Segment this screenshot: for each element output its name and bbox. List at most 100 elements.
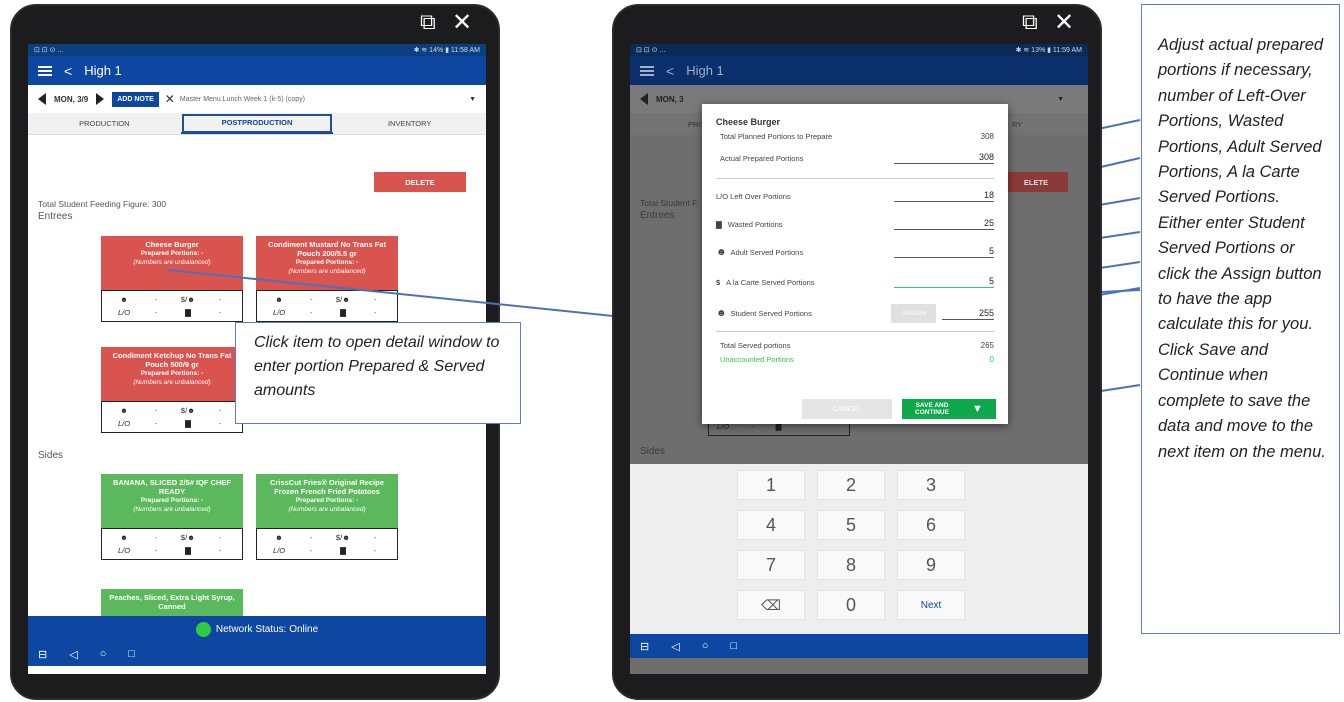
save-continue-button[interactable]: SAVE AND CONTINUE ▼ [902, 399, 996, 419]
next-date-icon[interactable] [96, 93, 105, 105]
nav-recents-icon[interactable]: □ [128, 648, 135, 660]
prev-date-icon [640, 93, 648, 105]
key-4[interactable]: 4 [737, 510, 805, 540]
student-icon: ☻ [716, 308, 727, 319]
unaccounted-row: Unaccounted Portions 0 [716, 355, 994, 364]
tile-prepared: Prepared Portions: - [140, 497, 204, 504]
tile-grid: ☻ - $/☻ - L/O - ▇ - [101, 528, 243, 560]
dollar-icon: $ [716, 277, 721, 287]
student-input[interactable]: 255 [942, 308, 994, 320]
side-tile-banana[interactable]: BANANA, SLICED 2/5# IQF CHEF READY Prepa… [101, 474, 243, 560]
status-left: ⊡ ⊡ ⊙ ... [34, 47, 64, 54]
side-tile-fries[interactable]: CrissCut Fries® Original Recipe Frozen F… [256, 474, 398, 560]
alacarte-value: - [218, 533, 222, 542]
close-icon[interactable]: ✕ [452, 8, 472, 36]
hamburger-menu-icon[interactable] [38, 65, 52, 76]
popout-icon[interactable]: ⧉ [1022, 10, 1038, 35]
back-icon: < [666, 62, 675, 79]
menu-dropdown-icon[interactable]: ▼ [469, 96, 476, 103]
tab-inventory[interactable]: INVENTORY [333, 113, 486, 134]
key-7[interactable]: 7 [737, 550, 805, 580]
nav-home-icon[interactable]: ○ [100, 648, 107, 660]
alacarte-input[interactable]: 5 [894, 276, 994, 288]
unaccounted-value: 0 [989, 355, 994, 364]
student-value: - [309, 533, 313, 542]
delete-button[interactable]: DELETE [374, 172, 466, 192]
planned-label: Total Planned Portions to Prepare [720, 132, 833, 141]
key-9[interactable]: 9 [897, 550, 965, 580]
key-5[interactable]: 5 [817, 510, 885, 540]
wasted-input[interactable]: 25 [894, 218, 994, 230]
back-icon[interactable]: < [64, 63, 72, 79]
utensils-icon: ✕ [164, 92, 175, 106]
entree-tile-cheese-burger[interactable]: Cheese Burger Prepared Portions: - (Numb… [101, 236, 243, 322]
network-status: Network Status: Online [215, 623, 319, 635]
waste-value: - [373, 546, 377, 555]
waste-value: - [218, 308, 222, 317]
behind-date: MON, 3 [656, 94, 684, 104]
tile-name: Peaches, Sliced, Extra Light Syrup, Cann… [109, 593, 235, 611]
tile-name: Condiment Ketchup No Trans Fat Pouch 500… [112, 351, 232, 369]
network-status-bar: Network Status: Online [28, 616, 486, 642]
feeding-figure: Total Student Feeding Figure: 300 [38, 199, 167, 209]
waste-value: - [218, 419, 222, 428]
tab-production[interactable]: PRODUCTION [28, 113, 181, 134]
key-6[interactable]: 6 [897, 510, 965, 540]
portion-dialog: Cheese Burger Total Planned Portions to … [702, 104, 1008, 424]
assign-button[interactable]: ASSIGN [891, 304, 936, 323]
key-3[interactable]: 3 [897, 470, 965, 500]
entree-tile-mustard[interactable]: Condiment Mustard No Trans Fat Pouch 200… [256, 236, 398, 322]
add-note-button[interactable]: ADD NOTE [112, 91, 159, 107]
android-nav-bar: ⊟ ◁ ○ □ [630, 634, 1088, 658]
right-screen: ⊡ ⊡ ⊙ ... ✱ ≋ 13% ▮ 11:59 AM < High 1 MO… [630, 44, 1088, 674]
actual-row: Actual Prepared Portions 308 [716, 152, 994, 164]
date-label: MON, 3/9 [54, 94, 89, 104]
nav-back-icon[interactable]: ◁ [671, 640, 679, 653]
menu-name[interactable]: Master Menu Lunch Week 1 (k-5) (copy) [180, 96, 469, 103]
next-key[interactable]: Next [897, 590, 965, 620]
prev-date-icon[interactable] [38, 93, 46, 105]
tile-unbalanced: (Numbers are unbalanced) [133, 506, 211, 513]
callout-left: Click item to open detail window to ente… [235, 322, 521, 424]
numeric-keypad: 1 2 3 4 5 6 7 8 9 ⌫ 0 Next [630, 464, 1088, 634]
entree-tile-ketchup[interactable]: Condiment Ketchup No Trans Fat Pouch 500… [101, 347, 243, 433]
tile-grid: ☻ - $/☻ - L/O - ▇ - [101, 290, 243, 322]
nav-recents-icon[interactable]: □ [730, 640, 737, 652]
total-row: Total Served portions 265 [716, 341, 994, 350]
lo-label: L/O [272, 546, 286, 555]
leftover-input[interactable]: 18 [894, 190, 994, 202]
adult-input[interactable]: 5 [894, 246, 994, 258]
adult-row: ☻ Adult Served Portions 5 [716, 246, 994, 258]
key-2[interactable]: 2 [817, 470, 885, 500]
cancel-button[interactable]: CANCEL [802, 399, 892, 419]
student-icon: ☻ [275, 533, 283, 542]
total-value: 265 [980, 341, 994, 350]
backspace-key[interactable]: ⌫ [737, 590, 805, 620]
key-0[interactable]: 0 [817, 590, 885, 620]
behind-entrees: Entrees [640, 210, 675, 221]
alacarte-row: $ A la Carte Served Portions 5 [716, 276, 994, 288]
tab-postproduction[interactable]: POSTPRODUCTION [180, 113, 334, 134]
close-icon[interactable]: ✕ [1054, 8, 1074, 36]
remote-icon[interactable]: ⊟ [640, 640, 649, 653]
save-dropdown-icon[interactable]: ▼ [972, 403, 983, 415]
android-nav-bar: ⊟ ◁ ○ □ [28, 642, 486, 666]
student-value: - [154, 295, 158, 304]
popout-icon[interactable]: ⧉ [420, 10, 436, 35]
key-1[interactable]: 1 [737, 470, 805, 500]
divider [716, 331, 994, 332]
lo-label: L/O [117, 546, 131, 555]
date-bar: MON, 3/9 ADD NOTE ✕ Master Menu Lunch We… [28, 85, 486, 113]
side-tile-peaches[interactable]: Peaches, Sliced, Extra Light Syrup, Cann… [101, 589, 243, 619]
actual-input[interactable]: 308 [894, 152, 994, 164]
leftover-row: L/O Left Over Portions 18 [716, 190, 994, 202]
tile-header: Condiment Mustard No Trans Fat Pouch 200… [256, 236, 398, 290]
alacarte-icon: $/☻ [180, 295, 196, 304]
nav-back-icon[interactable]: ◁ [69, 648, 77, 661]
callout-right: Adjust actual prepared portions if neces… [1141, 4, 1340, 634]
wifi-icon [195, 621, 211, 637]
alacarte-value: - [373, 295, 377, 304]
key-8[interactable]: 8 [817, 550, 885, 580]
remote-icon[interactable]: ⊟ [38, 648, 47, 661]
nav-home-icon[interactable]: ○ [702, 640, 709, 652]
